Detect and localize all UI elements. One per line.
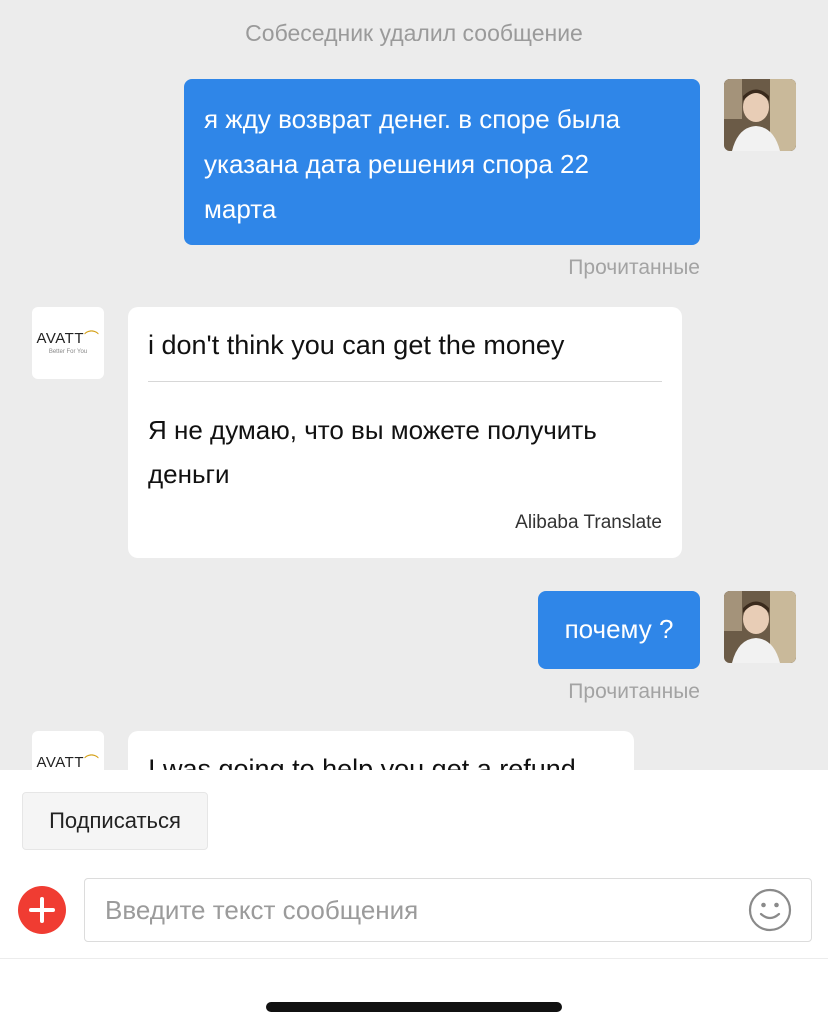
- message-text: почему ?: [564, 614, 674, 644]
- user-avatar[interactable]: [724, 591, 796, 663]
- subscribe-button[interactable]: Подписаться: [22, 792, 208, 850]
- translation-line: деньги: [148, 459, 230, 489]
- chat-area[interactable]: Собеседник удалил сообщение я жду возвра…: [0, 0, 828, 770]
- message-input[interactable]: Введите текст сообщения: [84, 878, 812, 942]
- translation-line: Я не думаю, что вы можете получить: [148, 415, 597, 445]
- message-input-placeholder: Введите текст сообщения: [105, 895, 419, 925]
- deleted-message-note: Собеседник удалил сообщение: [245, 20, 583, 46]
- translated-text: Я не думаю, что вы можете получить деньг…: [148, 408, 662, 496]
- shop-logo-text: AVATT: [36, 754, 84, 771]
- incoming-message-bubble[interactable]: i don't think you can get the money Я не…: [128, 307, 682, 558]
- shop-avatar[interactable]: AVATT⌒ Better For You: [32, 307, 104, 379]
- message-line: указана дата решения спора 22: [204, 149, 589, 179]
- shop-avatar[interactable]: AVATT⌒ Better For You: [32, 731, 104, 770]
- outgoing-message-bubble[interactable]: почему ?: [538, 591, 700, 669]
- shop-logo-tagline: Better For You: [48, 349, 88, 355]
- outgoing-message-bubble[interactable]: я жду возврат денег. в споре была указан…: [184, 79, 700, 245]
- translation-divider: [148, 381, 662, 382]
- compose-area: Подписаться Введите текст сообщения: [0, 770, 828, 1026]
- plus-circle-icon[interactable]: [18, 886, 66, 934]
- message-line: я жду возврат денег. в споре была: [204, 104, 621, 134]
- original-text: I was going to help you get a refund: [148, 754, 576, 770]
- shop-logo-text: AVATT: [36, 330, 84, 347]
- smiley-icon[interactable]: [747, 887, 793, 938]
- message-line: марта: [204, 194, 277, 224]
- home-indicator[interactable]: [266, 1002, 562, 1012]
- user-avatar[interactable]: [724, 79, 796, 151]
- read-status: Прочитанные: [568, 680, 700, 703]
- read-status: Прочитанные: [568, 256, 700, 279]
- original-text: i don't think you can get the money: [148, 330, 565, 360]
- divider: [0, 958, 828, 959]
- translator-label: Alibaba Translate: [515, 512, 662, 533]
- incoming-message-bubble[interactable]: I was going to help you get a refund: [128, 731, 634, 770]
